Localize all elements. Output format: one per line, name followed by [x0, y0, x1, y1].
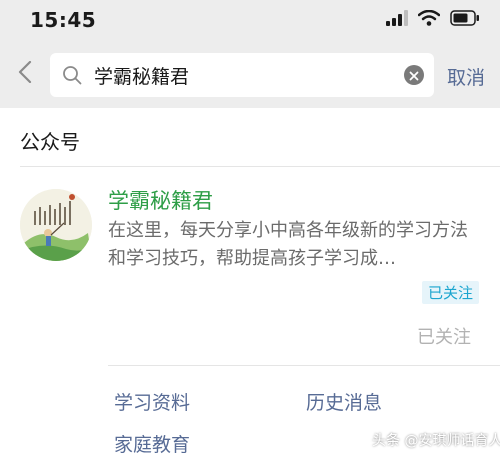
- cancel-button[interactable]: 取消: [447, 63, 485, 90]
- search-row: 取消: [0, 50, 500, 98]
- divider: [108, 365, 500, 366]
- followed-status: 已关注: [417, 327, 471, 348]
- battery-icon: [450, 10, 480, 30]
- watermark: 头条 @安琪师话育人: [372, 433, 500, 449]
- account-avatar: [20, 189, 92, 261]
- wifi-icon: [417, 9, 441, 30]
- search-icon: [62, 65, 82, 85]
- status-icons: [386, 9, 480, 30]
- menu-item-study-materials[interactable]: 学习资料: [114, 388, 190, 415]
- account-result-card[interactable]: 学霸秘籍君 在这里，每天分享小中高各年级新的学习方法和学习技巧，帮助提高孩子学习…: [0, 167, 500, 367]
- back-chevron-icon: [18, 60, 32, 87]
- menu-item-family-education[interactable]: 家庭教育: [114, 430, 190, 457]
- search-box[interactable]: [50, 53, 434, 97]
- menu-item-history[interactable]: 历史消息: [306, 388, 382, 415]
- status-time: 15:45: [30, 8, 97, 32]
- status-bar: 15:45: [0, 0, 500, 40]
- clear-icon: [409, 66, 419, 85]
- back-button[interactable]: [14, 60, 36, 88]
- account-name[interactable]: 学霸秘籍君: [108, 185, 213, 215]
- header-area: 15:45 学霸秘籍君 取消: [0, 0, 500, 108]
- search-input[interactable]: [94, 53, 394, 97]
- section-header: 公众号: [20, 130, 80, 154]
- account-description: 在这里，每天分享小中高各年级新的学习方法和学习技巧，帮助提高孩子学习成…: [108, 220, 468, 269]
- followed-badge: 已关注: [422, 281, 480, 304]
- clear-button[interactable]: [404, 65, 424, 85]
- signal-icon: [386, 10, 408, 30]
